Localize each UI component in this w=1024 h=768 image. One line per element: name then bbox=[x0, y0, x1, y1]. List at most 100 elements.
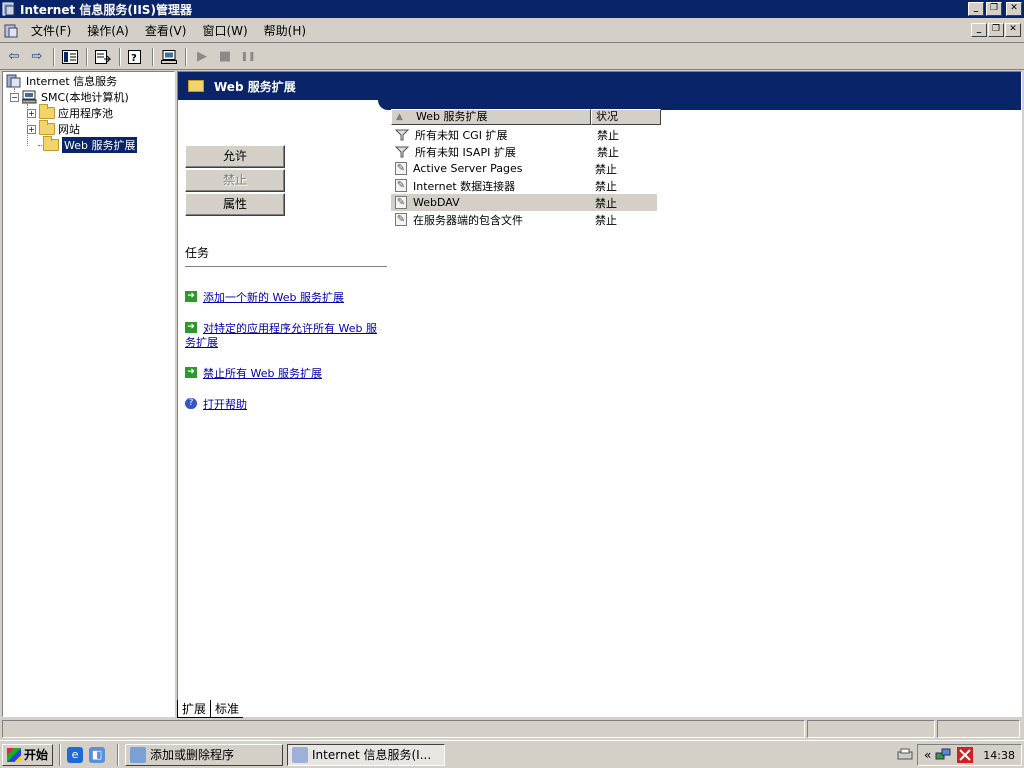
taskbar-button-iis[interactable]: Internet 信息服务(I... bbox=[287, 743, 446, 766]
status-cell bbox=[807, 720, 935, 738]
view-tabs: 扩展 标准 bbox=[177, 700, 244, 718]
toolbar-separator bbox=[185, 47, 187, 66]
page-icon: ✎ bbox=[395, 162, 407, 175]
tree-item-web-service-extensions[interactable]: Web 服务扩展 bbox=[43, 136, 138, 153]
iis-root-icon bbox=[6, 74, 21, 88]
filter-icon bbox=[395, 145, 409, 159]
toolbar-separator bbox=[53, 47, 55, 66]
menu-bar: 文件(F) 操作(A) 查看(V) 窗口(W) 帮助(H) _ ❐ ✕ bbox=[0, 19, 1024, 43]
expand-icon[interactable]: + bbox=[27, 124, 36, 134]
folder-icon bbox=[39, 120, 55, 135]
task-label: 添加一个新的 Web 服务扩展 bbox=[203, 291, 344, 304]
extension-status: 禁止 bbox=[595, 196, 617, 210]
menu-file[interactable]: 文件(F) bbox=[23, 22, 79, 39]
back-icon[interactable]: ⇦ bbox=[3, 47, 25, 67]
properties-button[interactable]: 属性 bbox=[185, 193, 285, 216]
list-item[interactable]: ✎ WebDAV 禁止 bbox=[391, 194, 657, 211]
column-label: Web 服务扩展 bbox=[416, 110, 488, 123]
menu-view[interactable]: 查看(V) bbox=[137, 22, 195, 39]
tree-item-iis-root[interactable]: Internet 信息服务 bbox=[6, 73, 117, 89]
network-printer-icon[interactable] bbox=[892, 745, 918, 765]
task-open-help[interactable]: ? 打开帮助 bbox=[185, 398, 385, 412]
page-icon: ✎ bbox=[395, 179, 407, 192]
list-item[interactable]: 所有未知 ISAPI 扩展 禁止 bbox=[391, 143, 657, 160]
tree-item-label: SMC(本地计算机) bbox=[41, 91, 129, 104]
show-hide-tree-icon[interactable] bbox=[59, 47, 81, 67]
sort-ascending-icon: ▲ bbox=[396, 112, 403, 122]
pause-icon[interactable]: ❚❚ bbox=[237, 47, 259, 67]
allow-button[interactable]: 允许 bbox=[185, 145, 285, 168]
clock[interactable]: 14:38 bbox=[983, 749, 1015, 762]
menu-action[interactable]: 操作(A) bbox=[79, 22, 137, 39]
page-icon: ✎ bbox=[395, 196, 407, 209]
extension-name: 所有未知 CGI 扩展 bbox=[415, 128, 508, 142]
list-item[interactable]: ✎ 在服务器端的包含文件 禁止 bbox=[391, 211, 657, 228]
export-list-icon[interactable] bbox=[92, 47, 114, 67]
system-tray: « 14:38 bbox=[916, 744, 1022, 766]
show-desktop-icon[interactable]: ◧ bbox=[89, 746, 106, 763]
show-hidden-icons-chevron[interactable]: « bbox=[924, 748, 931, 762]
folder-icon bbox=[43, 136, 59, 151]
minimize-button[interactable]: _ bbox=[968, 2, 984, 16]
extension-status: 禁止 bbox=[597, 145, 619, 159]
tab-extended[interactable]: 扩展 bbox=[177, 700, 212, 718]
task-allow-all-for-app[interactable]: ➜ 对特定的应用程序允许所有 Web 服务扩展 bbox=[185, 322, 385, 350]
child-restore-button[interactable]: ❐ bbox=[988, 23, 1004, 37]
task-label: 对特定的应用程序允许所有 Web 服务扩展 bbox=[185, 322, 377, 349]
filter-icon bbox=[395, 128, 409, 142]
close-button[interactable]: ✕ bbox=[1006, 2, 1022, 16]
list-item[interactable]: ✎ Active Server Pages 禁止 bbox=[391, 160, 657, 177]
child-minimize-button[interactable]: _ bbox=[971, 23, 987, 37]
prohibit-button[interactable]: 禁止 bbox=[185, 169, 285, 192]
task-add-extension[interactable]: ➜ 添加一个新的 Web 服务扩展 bbox=[185, 291, 385, 305]
server-icon bbox=[22, 90, 37, 104]
folder-icon bbox=[39, 104, 55, 119]
help-icon[interactable]: ? bbox=[125, 47, 147, 67]
menu-window[interactable]: 窗口(W) bbox=[194, 22, 255, 39]
tree-item-label: Internet 信息服务 bbox=[26, 75, 118, 88]
extension-status: 禁止 bbox=[595, 179, 617, 193]
tree-item-server[interactable]: − SMC(本地计算机) bbox=[10, 89, 129, 105]
forward-icon[interactable]: ⇨ bbox=[26, 47, 48, 67]
windows-logo-icon bbox=[7, 747, 21, 762]
task-label: 禁止所有 Web 服务扩展 bbox=[203, 367, 322, 380]
status-cell bbox=[2, 720, 805, 738]
mmc-system-menu-icon[interactable] bbox=[3, 23, 19, 39]
list-header: ▲ Web 服务扩展 状况 bbox=[391, 109, 661, 125]
toolbar: ⇦ ⇨ ? ▶ ■ ❚❚ bbox=[0, 44, 1024, 70]
window-title: Internet 信息服务(IIS)管理器 bbox=[20, 2, 192, 17]
arrow-right-icon: ➜ bbox=[185, 291, 197, 302]
start-button[interactable]: 开始 bbox=[2, 743, 54, 766]
task-prohibit-all[interactable]: ➜ 禁止所有 Web 服务扩展 bbox=[185, 367, 385, 381]
security-alert-icon[interactable] bbox=[957, 747, 974, 763]
column-label: 状况 bbox=[596, 110, 618, 123]
column-header-extension[interactable]: ▲ Web 服务扩展 bbox=[391, 109, 591, 125]
taskbar: 开始 e ◧ 添加或删除程序 Internet 信息服务(I... « 14:3… bbox=[0, 740, 1024, 768]
column-header-status[interactable]: 状况 bbox=[591, 109, 661, 125]
start-icon[interactable]: ▶ bbox=[191, 47, 213, 67]
details-pane: Web 服务扩展 允许 禁止 属性 任务 ➜ 添加一个新的 Web 服务扩展 ➜ 对… bbox=[177, 71, 1022, 717]
add-remove-programs-icon bbox=[130, 746, 147, 763]
tab-standard[interactable]: 标准 bbox=[211, 700, 244, 718]
expand-icon[interactable]: + bbox=[27, 108, 36, 118]
iis-app-icon bbox=[292, 746, 309, 763]
collapse-icon[interactable]: − bbox=[10, 92, 19, 102]
restore-button[interactable]: ❐ bbox=[986, 2, 1002, 16]
taskbar-button-add-remove-programs[interactable]: 添加或删除程序 bbox=[125, 743, 284, 766]
stop-icon[interactable]: ■ bbox=[214, 47, 236, 67]
list-item[interactable]: 所有未知 CGI 扩展 禁止 bbox=[391, 126, 657, 143]
connect-computer-icon[interactable] bbox=[158, 47, 180, 67]
arrow-right-icon: ➜ bbox=[185, 322, 197, 333]
network-connection-icon[interactable] bbox=[935, 747, 951, 763]
folder-icon bbox=[188, 80, 204, 92]
menu-help[interactable]: 帮助(H) bbox=[256, 22, 314, 39]
toolbar-separator bbox=[152, 47, 154, 66]
internet-explorer-icon[interactable]: e bbox=[67, 746, 84, 763]
tree-item-web-sites[interactable]: + 网站 bbox=[27, 120, 80, 137]
page-icon: ✎ bbox=[395, 213, 407, 226]
extension-name: 在服务器端的包含文件 bbox=[413, 213, 523, 227]
tree-item-app-pools[interactable]: + 应用程序池 bbox=[27, 104, 113, 121]
list-item[interactable]: ✎ Internet 数据连接器 禁止 bbox=[391, 177, 657, 194]
child-close-button[interactable]: ✕ bbox=[1005, 23, 1021, 37]
arrow-right-icon: ➜ bbox=[185, 367, 197, 378]
